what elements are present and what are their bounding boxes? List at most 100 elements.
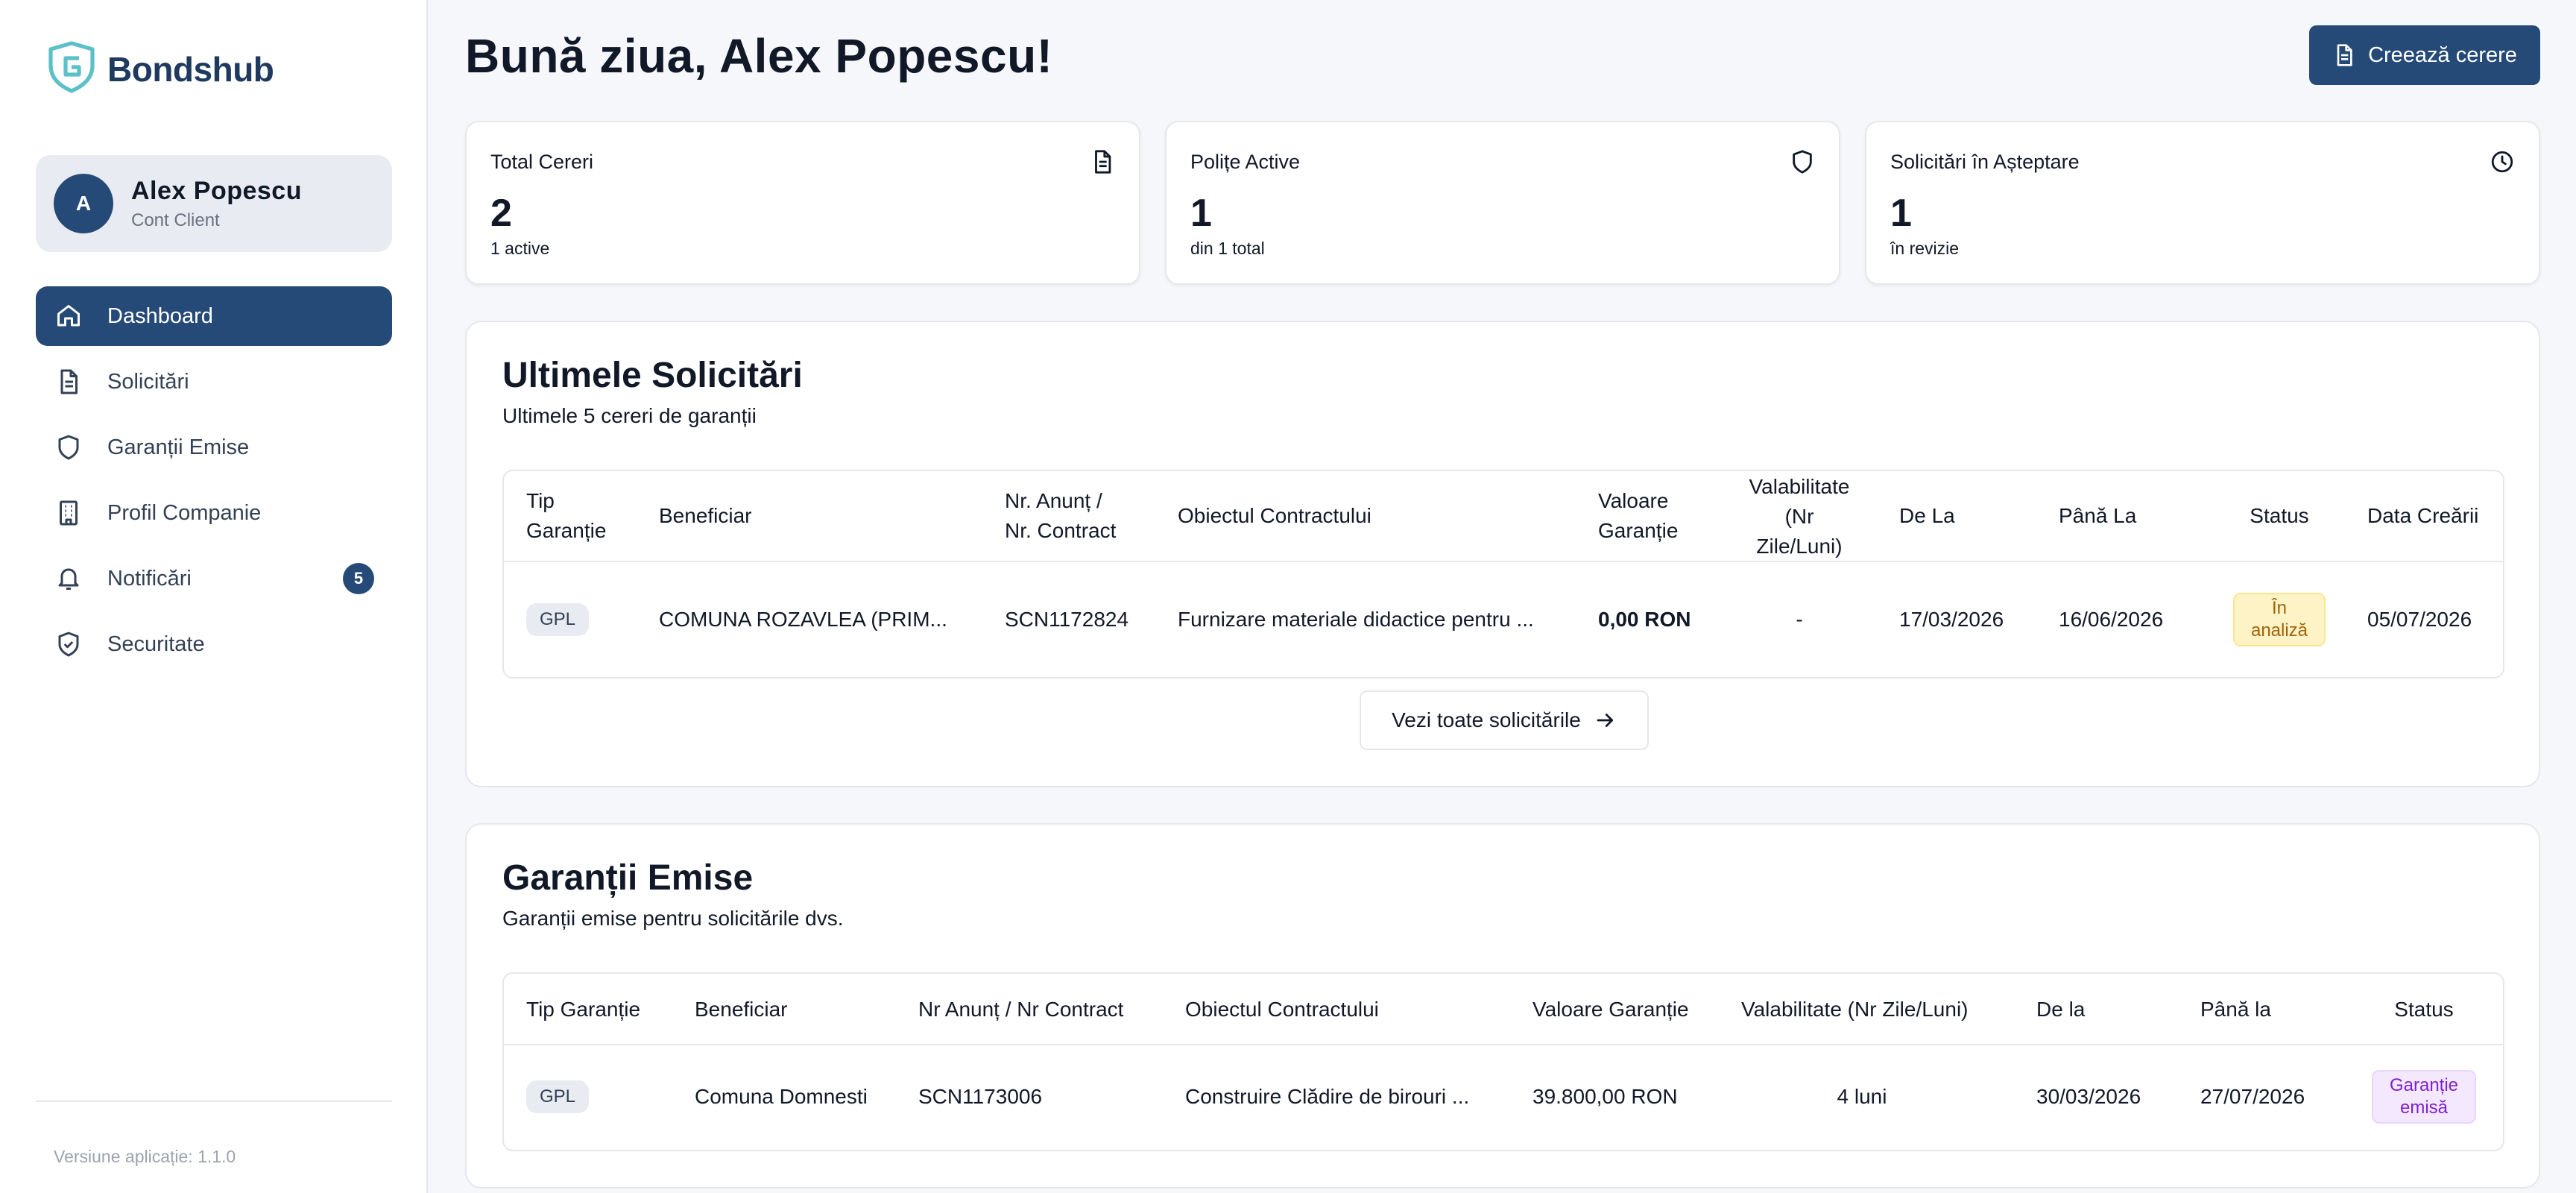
sidebar-item-profil-companie[interactable]: Profil Companie (36, 483, 392, 543)
stat-label: Solicitări în Așteptare (1890, 151, 2080, 173)
column-header: Obiectul Contractului (1185, 998, 1379, 1021)
panel-title: Garanții Emise (502, 858, 754, 898)
document-icon (2332, 43, 2368, 67)
view-all-label: Vezi toate solicitările (1392, 708, 1581, 731)
sidebar-item-label: Dashboard (107, 303, 213, 328)
shield-check-icon (54, 629, 83, 659)
status-badge: În analiză (2233, 593, 2326, 646)
sidebar-item-label: Notificări (107, 566, 192, 591)
arrow-right-icon (1581, 709, 1617, 731)
create-request-button[interactable]: Creează cerere (2309, 25, 2540, 85)
sidebar-item-label: Solicitări (107, 369, 189, 394)
sidebar-item-garantii-emise[interactable]: Garanții Emise (36, 418, 392, 477)
column-header: Nr. Anunț / Nr. Contract (1005, 489, 1117, 542)
stat-value: 1 (1190, 192, 1212, 235)
stat-label: Total Cereri (490, 151, 594, 173)
page-title: Bună ziua, Alex Popescu! (465, 29, 1053, 83)
sidebar-item-securitate[interactable]: Securitate (36, 614, 392, 674)
column-header: Nr Anunț / Nr Contract (918, 998, 1124, 1021)
panel-subtitle: Ultimele 5 cereri de garanții (502, 404, 757, 427)
status-cell: În analiză (2220, 583, 2339, 656)
column-header: Status (2394, 998, 2454, 1021)
sidebar-divider (36, 1101, 392, 1102)
user-name: Alex Popescu (131, 176, 302, 205)
sidebar-item-dashboard[interactable]: Dashboard (36, 286, 392, 346)
status-badge: Garanție emisă (2372, 1070, 2476, 1124)
brand-logo[interactable]: Bondshub (46, 40, 274, 98)
contract-cell: SCN1173006 (918, 1085, 1043, 1108)
shield-logo-icon (46, 40, 97, 98)
stat-label: Polițe Active (1190, 151, 1301, 173)
user-role: Cont Client (131, 210, 220, 230)
sidebar-item-notificari[interactable]: Notificări 5 (36, 549, 392, 608)
view-all-requests-button[interactable]: Vezi toate solicitările (1360, 690, 1649, 750)
type-cell: GPL (526, 1071, 590, 1123)
type-cell: GPL (526, 594, 590, 646)
column-header: Valabilitate (Nr Zile/Luni) (1741, 998, 1969, 1021)
column-header: Valabilitate (Nr Zile/Luni) (1749, 475, 1850, 558)
column-header: Până la (2200, 998, 2271, 1021)
column-header: Data Creării (2367, 504, 2479, 527)
to-date-cell: 27/07/2026 (2200, 1085, 2305, 1108)
validity-cell: 4 luni (1837, 1085, 1887, 1108)
column-header: Valoare Garanție (1598, 489, 1679, 542)
recent-requests-panel: Ultimele Solicitări Ultimele 5 cereri de… (465, 321, 2540, 787)
column-header: Tip Garanție (526, 998, 641, 1021)
issued-guarantees-table: Tip Garanție Beneficiar Nr Anunț / Nr Co… (502, 972, 2504, 1151)
panel-subtitle: Garanții emise pentru solicitările dvs. (502, 907, 844, 930)
document-icon (1090, 149, 1115, 174)
sidebar-item-solicitari[interactable]: Solicitări (36, 352, 392, 412)
stat-card-pending-requests: Solicitări în Așteptare 1 în revizie (1865, 121, 2540, 285)
recent-requests-table: Tip Garanție Beneficiar Nr. Anunț / Nr. … (502, 470, 2504, 679)
create-request-label: Creează cerere (2368, 43, 2517, 67)
bell-icon (54, 564, 83, 594)
home-icon (54, 301, 83, 331)
beneficiary-cell: Comuna Domnesti (695, 1085, 868, 1108)
notification-count-badge: 5 (343, 563, 374, 594)
column-header: De La (1899, 504, 1955, 527)
value-cell: 0,00 RON (1598, 608, 1691, 631)
column-header: Beneficiar (695, 998, 788, 1021)
stat-card-total-requests: Total Cereri 2 1 active (465, 121, 1140, 285)
avatar: A (54, 174, 113, 233)
value-cell: 39.800,00 RON (1532, 1085, 1678, 1108)
stat-subtext: 1 active (490, 239, 550, 258)
sidebar-nav: Dashboard Solicitări Garanții Emise Prof… (36, 286, 392, 680)
type-tag: GPL (526, 603, 590, 636)
shield-icon (54, 432, 83, 462)
to-date-cell: 16/06/2026 (2059, 608, 2164, 631)
stat-value: 1 (1890, 192, 1912, 235)
sidebar-item-label: Garanții Emise (107, 435, 250, 459)
object-cell: Construire Clădire de birouri ... (1185, 1085, 1470, 1108)
beneficiary-cell: COMUNA ROZAVLEA (PRIM... (659, 608, 947, 631)
column-header: Status (2250, 504, 2309, 527)
table-header: Tip Garanție Beneficiar Nr Anunț / Nr Co… (504, 974, 2503, 1045)
column-header: Valoare Garanție (1532, 998, 1689, 1021)
column-header: Obiectul Contractului (1178, 504, 1371, 527)
stat-subtext: în revizie (1890, 239, 1960, 258)
stat-value: 2 (490, 192, 512, 235)
stat-subtext: din 1 total (1190, 239, 1265, 258)
shield-icon (1790, 149, 1815, 174)
stat-card-active-policies: Polițe Active 1 din 1 total (1165, 121, 1840, 285)
created-date-cell: 05/07/2026 (2367, 608, 2472, 631)
panel-title: Ultimele Solicitări (502, 356, 803, 395)
clock-icon (2490, 149, 2515, 174)
object-cell: Furnizare materiale didactice pentru ... (1178, 608, 1534, 631)
app-version: Versiune aplicație: 1.1.0 (54, 1147, 236, 1166)
issued-guarantees-panel: Garanții Emise Garanții emise pentru sol… (465, 823, 2540, 1189)
validity-cell: - (1796, 608, 1803, 631)
column-header: De la (2036, 998, 2086, 1021)
user-card[interactable]: A Alex Popescu Cont Client (36, 155, 392, 252)
sidebar: Bondshub A Alex Popescu Cont Client Dash… (0, 0, 428, 1193)
column-header: Până La (2059, 504, 2137, 527)
brand-name: Bondshub (107, 49, 274, 89)
from-date-cell: 17/03/2026 (1899, 608, 2004, 631)
sidebar-item-label: Securitate (107, 632, 205, 656)
column-header: Beneficiar (659, 504, 752, 527)
status-cell: Garanție emisă (2357, 1060, 2491, 1133)
building-icon (54, 498, 83, 528)
column-header: Tip Garanție (526, 489, 607, 542)
contract-cell: SCN1172824 (1005, 608, 1129, 631)
type-tag: GPL (526, 1080, 590, 1113)
